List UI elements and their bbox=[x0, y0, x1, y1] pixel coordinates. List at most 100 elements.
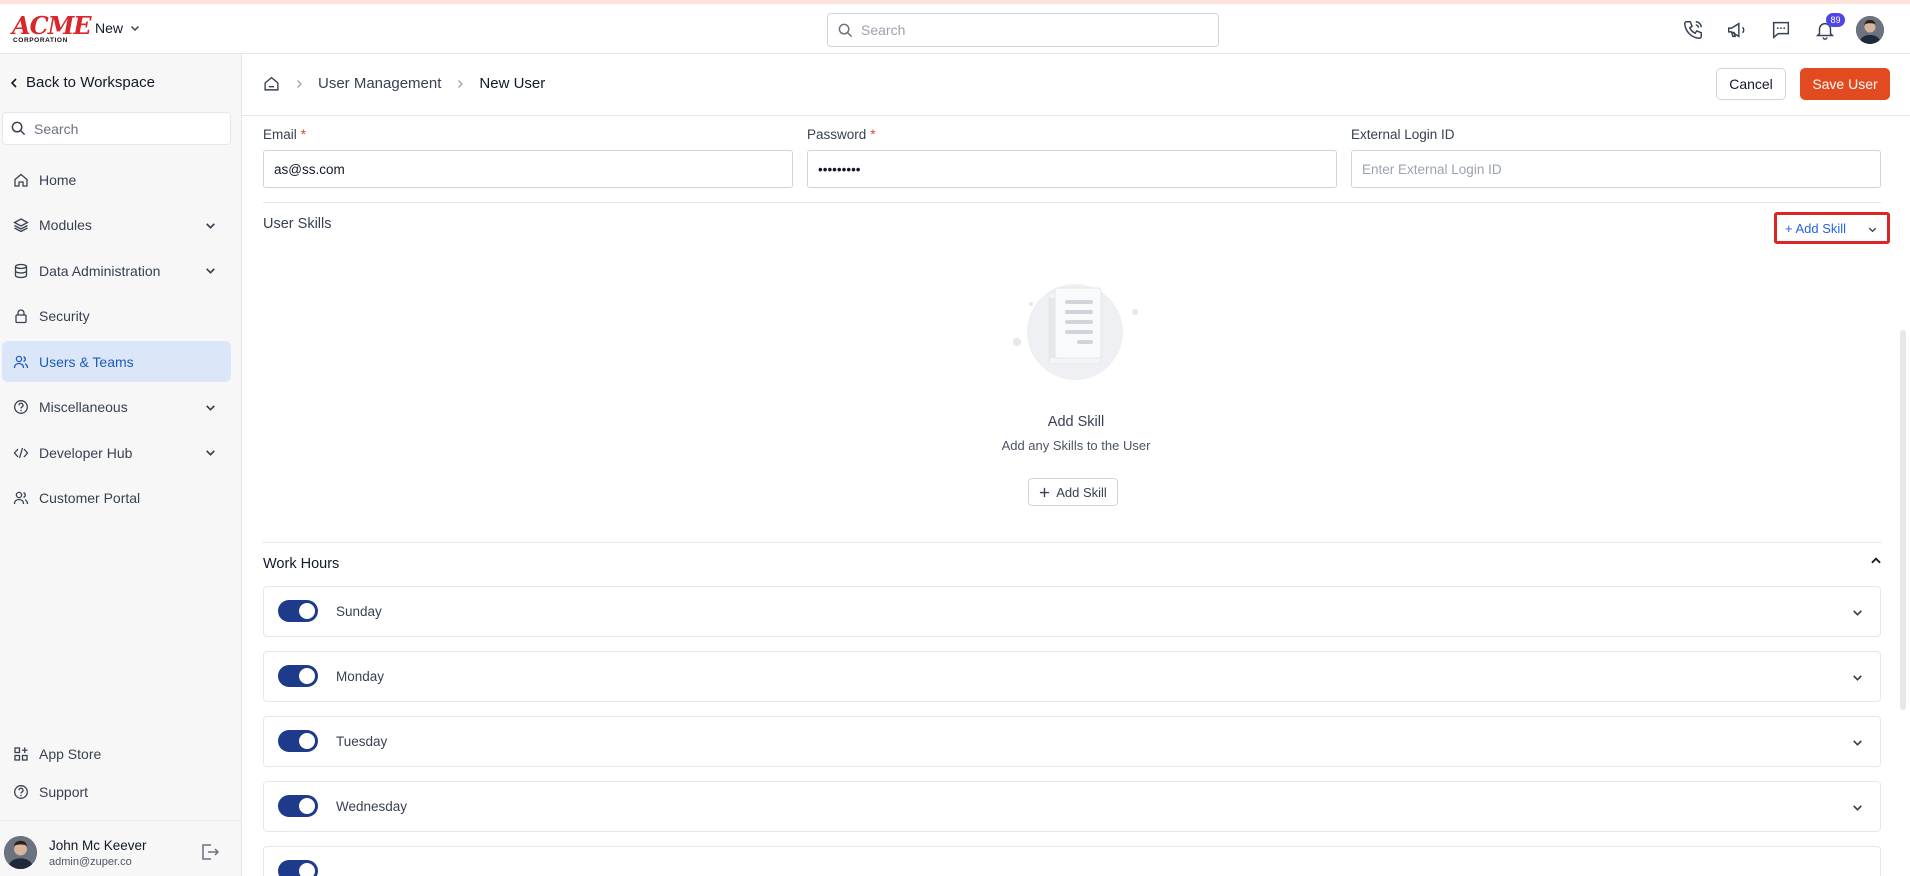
users-icon bbox=[13, 491, 29, 505]
add-skill-dropdown[interactable]: + Add Skill bbox=[1774, 212, 1890, 244]
day-name: Sunday bbox=[336, 604, 382, 619]
external-login-label: External Login ID bbox=[1351, 127, 1455, 142]
user-email: admin@zuper.co bbox=[49, 856, 132, 868]
phone-icon[interactable] bbox=[1680, 17, 1706, 43]
help-circle-icon bbox=[14, 785, 28, 799]
help-circle-icon bbox=[14, 400, 28, 414]
sidebar-bottom-nav: App Store Support bbox=[2, 737, 231, 813]
day-toggle[interactable] bbox=[278, 860, 318, 876]
sidebar-item-home[interactable]: Home bbox=[2, 159, 231, 200]
day-row-wednesday[interactable]: Wednesday bbox=[263, 781, 1881, 832]
day-row-monday[interactable]: Monday bbox=[263, 651, 1881, 702]
cancel-button[interactable]: Cancel bbox=[1716, 68, 1786, 100]
logout-icon[interactable] bbox=[200, 843, 220, 866]
avatar[interactable] bbox=[4, 836, 37, 869]
external-login-field[interactable] bbox=[1351, 150, 1881, 188]
layers-icon bbox=[13, 218, 29, 233]
sidebar-item-label: Users & Teams bbox=[39, 353, 134, 370]
global-search-input[interactable] bbox=[861, 22, 1201, 38]
sidebar-item-customer-portal[interactable]: Customer Portal bbox=[2, 478, 231, 519]
sunday-toggle[interactable] bbox=[278, 600, 318, 622]
empty-skills-title: Add Skill bbox=[1047, 414, 1105, 430]
user-profile-footer: John Mc Keever admin@zuper.co bbox=[0, 820, 242, 876]
sidebar-item-modules[interactable]: Modules bbox=[2, 205, 231, 246]
main-content: User Management New User Cancel Save Use… bbox=[242, 54, 1910, 876]
sidebar-item-users-teams[interactable]: Users & Teams bbox=[2, 341, 231, 382]
company-logo[interactable]: ACME CORPORATION bbox=[12, 14, 92, 45]
back-to-workspace-link[interactable]: Back to Workspace bbox=[8, 74, 155, 91]
email-label: Email * bbox=[263, 127, 306, 142]
sidebar-item-app-store[interactable]: App Store bbox=[2, 737, 231, 771]
chevron-down-icon bbox=[1868, 227, 1877, 233]
home-icon bbox=[14, 173, 28, 187]
day-name: Wednesday bbox=[336, 799, 408, 814]
back-label: Back to Workspace bbox=[26, 74, 155, 91]
sidebar-item-label: Home bbox=[39, 171, 77, 188]
logo-sub: CORPORATION bbox=[13, 37, 68, 44]
sidebar-item-label: App Store bbox=[39, 746, 102, 762]
sidebar-search[interactable] bbox=[2, 112, 231, 145]
add-skill-button[interactable]: Add Skill bbox=[1028, 478, 1118, 506]
chevron-left-icon bbox=[10, 77, 17, 88]
tuesday-toggle[interactable] bbox=[278, 730, 318, 752]
scrollbar[interactable] bbox=[1900, 330, 1906, 710]
code-icon bbox=[13, 447, 29, 458]
top-bar: ACME CORPORATION New 89 bbox=[0, 0, 1910, 54]
chevron-down-icon[interactable] bbox=[1851, 736, 1864, 749]
home-icon[interactable] bbox=[263, 75, 280, 92]
sidebar-item-miscellaneous[interactable]: Miscellaneous bbox=[2, 387, 231, 428]
chevron-down-icon[interactable] bbox=[1851, 671, 1864, 684]
notification-badge: 89 bbox=[1826, 13, 1845, 27]
breadcrumb: User Management New User bbox=[263, 75, 545, 92]
wednesday-toggle[interactable] bbox=[278, 795, 318, 817]
divider bbox=[263, 542, 1881, 543]
password-field[interactable] bbox=[807, 150, 1337, 188]
password-label-text: Password bbox=[807, 127, 867, 142]
day-row-tuesday[interactable]: Tuesday bbox=[263, 716, 1881, 767]
chevron-up-icon[interactable] bbox=[1869, 554, 1883, 568]
chevron-down-icon[interactable] bbox=[1851, 606, 1864, 619]
required-marker: * bbox=[870, 127, 876, 142]
sidebar-nav: Home Modules Data Administration Securit… bbox=[2, 159, 231, 523]
megaphone-icon[interactable] bbox=[1724, 17, 1750, 43]
sidebar-item-label: Modules bbox=[39, 217, 92, 233]
email-field[interactable] bbox=[263, 150, 793, 188]
day-row-partial[interactable] bbox=[263, 846, 1881, 876]
sidebar-item-label: Security bbox=[39, 308, 90, 324]
chevron-right-icon bbox=[297, 79, 302, 88]
chat-icon[interactable] bbox=[1768, 17, 1794, 43]
work-hours-title: Work Hours bbox=[263, 556, 340, 572]
sidebar-item-label: Miscellaneous bbox=[39, 399, 128, 415]
day-name: Tuesday bbox=[336, 734, 388, 749]
logo-main: ACME bbox=[12, 11, 92, 40]
day-row-sunday[interactable]: Sunday bbox=[263, 586, 1881, 637]
chevron-down-icon bbox=[130, 25, 140, 32]
sidebar-item-data-administration[interactable]: Data Administration bbox=[2, 250, 231, 291]
app-grid-icon bbox=[14, 747, 28, 761]
new-dropdown[interactable]: New bbox=[95, 20, 141, 36]
new-label: New bbox=[95, 20, 124, 36]
email-label-text: Email bbox=[263, 127, 297, 142]
chevron-down-icon[interactable] bbox=[1851, 801, 1864, 814]
save-user-button[interactable]: Save User bbox=[1800, 68, 1890, 100]
day-name: Monday bbox=[336, 669, 385, 684]
global-search[interactable] bbox=[827, 13, 1219, 47]
search-icon bbox=[838, 23, 853, 37]
sidebar-item-support[interactable]: Support bbox=[2, 775, 231, 809]
bell-icon[interactable]: 89 bbox=[1812, 13, 1845, 43]
sidebar-search-input[interactable] bbox=[34, 120, 224, 137]
user-avatar[interactable] bbox=[1856, 16, 1884, 44]
plus-icon bbox=[1040, 487, 1050, 497]
password-label: Password * bbox=[807, 127, 876, 142]
sidebar-item-label: Data Administration bbox=[39, 262, 161, 279]
sidebar-item-label: Customer Portal bbox=[39, 490, 141, 506]
sidebar-item-developer-hub[interactable]: Developer Hub bbox=[2, 432, 231, 473]
monday-toggle[interactable] bbox=[278, 665, 318, 687]
sidebar-item-security[interactable]: Security bbox=[2, 296, 231, 337]
search-icon bbox=[11, 121, 26, 136]
empty-skills-illustration bbox=[1005, 278, 1145, 386]
users-icon bbox=[13, 355, 29, 368]
required-marker: * bbox=[300, 127, 307, 142]
add-skill-label: + Add Skill bbox=[1785, 220, 1847, 236]
breadcrumb-user-management[interactable]: User Management bbox=[318, 75, 441, 92]
